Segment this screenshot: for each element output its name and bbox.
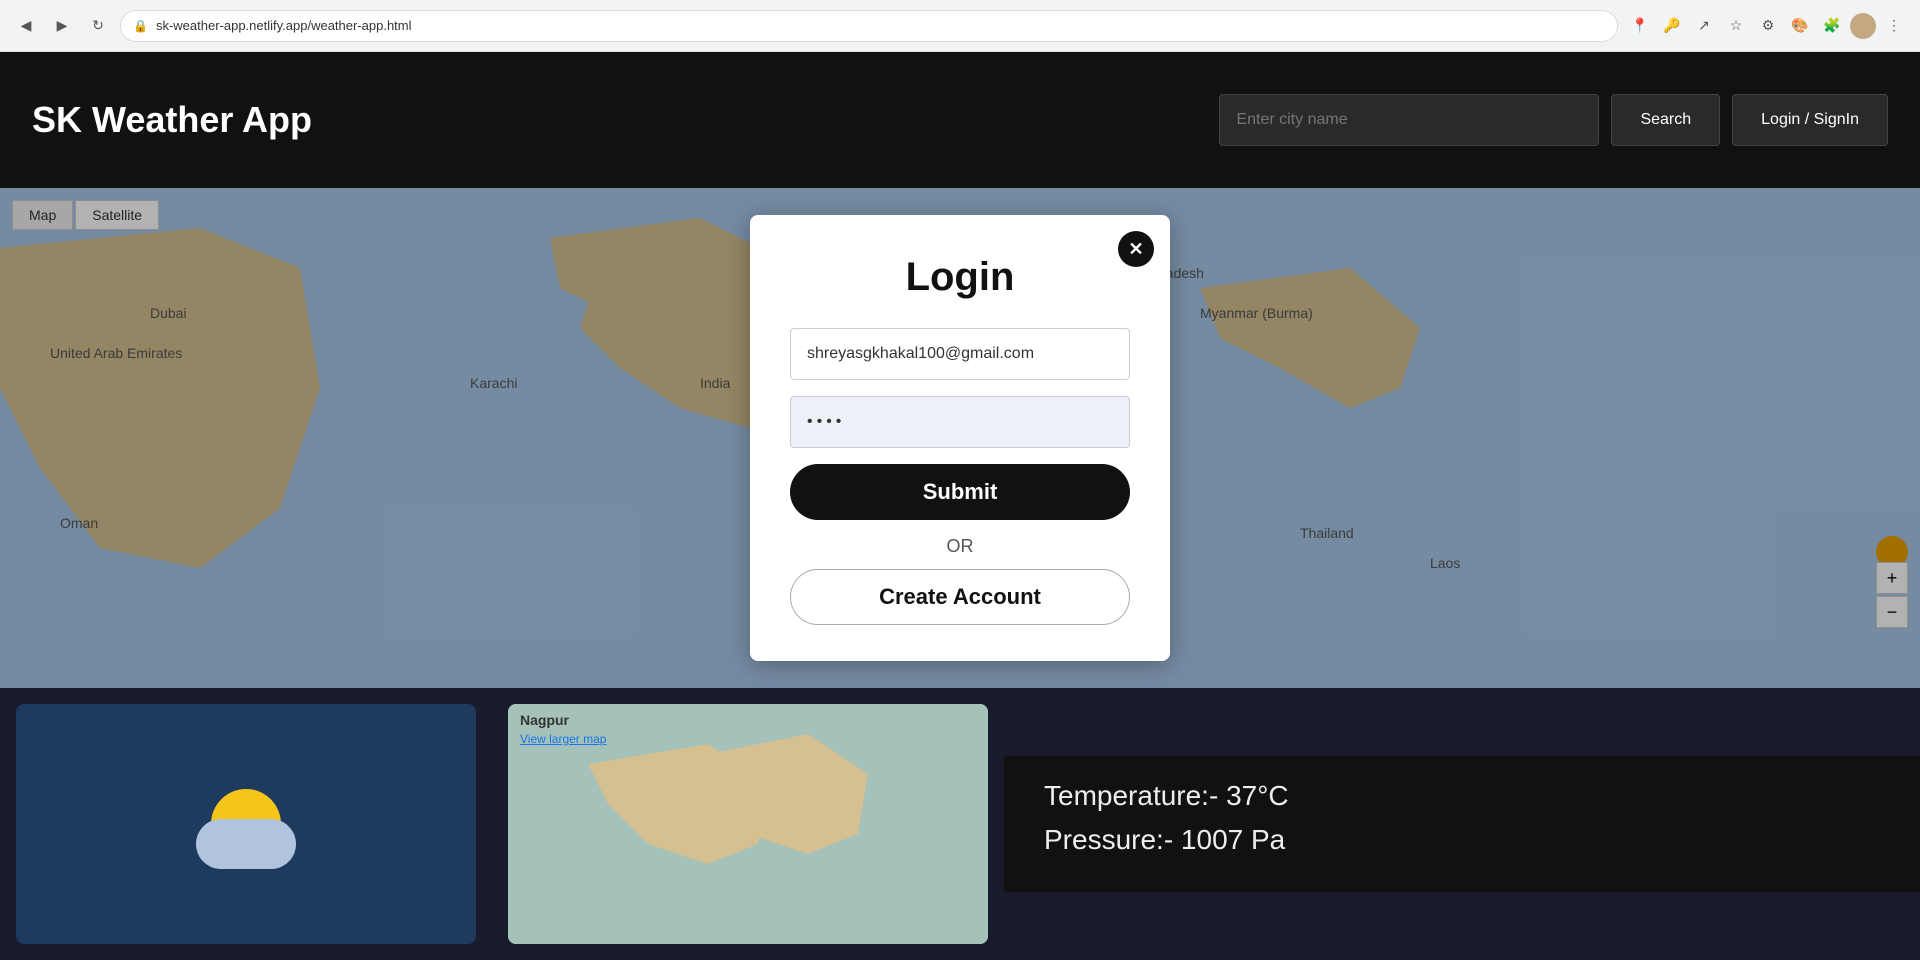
or-divider: OR <box>790 536 1130 557</box>
forward-button[interactable]: ▶ <box>48 12 76 40</box>
temperature-stat: Temperature:- 37°C <box>1044 780 1880 812</box>
city-search-input[interactable] <box>1219 94 1599 146</box>
reload-button[interactable]: ↻ <box>84 12 112 40</box>
profile-avatar[interactable] <box>1850 13 1876 39</box>
weather-stats-card: Temperature:- 37°C Pressure:- 1007 Pa <box>1004 756 1920 892</box>
map-area: Nepal Bhutan Bangladesh Myanmar (Burma) … <box>0 188 1920 688</box>
view-larger-map-link[interactable]: View larger map <box>520 732 606 746</box>
login-modal: ✕ Login Submit OR Create Account <box>750 215 1170 661</box>
email-input[interactable] <box>790 328 1130 380</box>
pressure-stat: Pressure:- 1007 Pa <box>1044 824 1880 856</box>
cloud-body <box>196 819 296 869</box>
submit-button[interactable]: Submit <box>790 464 1130 520</box>
create-account-button[interactable]: Create Account <box>790 569 1130 625</box>
password-input[interactable] <box>790 396 1130 448</box>
city-name-label: Nagpur <box>520 712 569 728</box>
weather-icon-card <box>16 704 476 944</box>
bottom-panel: Nagpur View larger map Temperature:- 37°… <box>0 688 1920 960</box>
sun-cloud-icon <box>186 764 306 884</box>
back-button[interactable]: ◀ <box>12 12 40 40</box>
app-container: SK Weather App Search Login / SignIn <box>0 52 1920 960</box>
url-text: sk-weather-app.netlify.app/weather-app.h… <box>156 18 412 33</box>
browser-right-icons: 📍 🔑 ↗ ☆ ⚙ 🎨 🧩 ⋮ <box>1626 12 1908 40</box>
extensions-icon-btn[interactable]: 🧩 <box>1818 12 1846 40</box>
bookmark-icon-btn[interactable]: ☆ <box>1722 12 1750 40</box>
login-button[interactable]: Login / SignIn <box>1732 94 1888 146</box>
share-icon-btn[interactable]: ↗ <box>1690 12 1718 40</box>
password-icon-btn[interactable]: 🔑 <box>1658 12 1686 40</box>
settings-icon-btn[interactable]: ⚙ <box>1754 12 1782 40</box>
modal-title: Login <box>790 255 1130 300</box>
header-right: Search Login / SignIn <box>1219 94 1888 146</box>
app-header: SK Weather App Search Login / SignIn <box>0 52 1920 188</box>
menu-icon-btn[interactable]: ⋮ <box>1880 12 1908 40</box>
app-title: SK Weather App <box>32 99 312 141</box>
address-bar[interactable]: 🔒 sk-weather-app.netlify.app/weather-app… <box>120 10 1618 42</box>
search-button[interactable]: Search <box>1611 94 1720 146</box>
location-icon-btn[interactable]: 📍 <box>1626 12 1654 40</box>
modal-close-button[interactable]: ✕ <box>1118 231 1154 267</box>
mini-map-card: Nagpur View larger map <box>508 704 988 944</box>
browser-chrome: ◀ ▶ ↻ 🔒 sk-weather-app.netlify.app/weath… <box>0 0 1920 52</box>
color-icon-btn[interactable]: 🎨 <box>1786 12 1814 40</box>
modal-overlay: ✕ Login Submit OR Create Account <box>0 188 1920 688</box>
lock-icon: 🔒 <box>133 19 148 33</box>
